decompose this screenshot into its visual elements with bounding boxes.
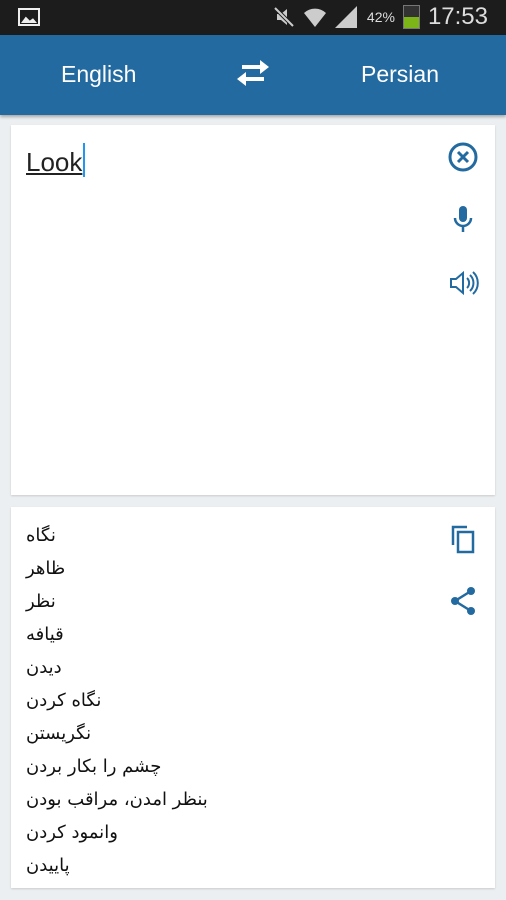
list-item: نگاه xyxy=(26,525,56,546)
gallery-notification-icon xyxy=(18,8,40,26)
translation-list: نگاه ظاهر نظر قیافه دیدن نگاه کردن نگریس… xyxy=(26,525,208,888)
speaker-icon[interactable] xyxy=(447,267,479,299)
list-item: بنظر امدن، مراقب بودن xyxy=(26,789,208,810)
source-language-button[interactable]: English xyxy=(61,61,136,88)
battery-icon xyxy=(402,5,420,29)
input-card[interactable]: Look xyxy=(11,125,495,495)
source-text-input[interactable]: Look xyxy=(26,143,86,178)
list-item: نگریستن xyxy=(26,723,92,744)
target-language-button[interactable]: Persian xyxy=(361,61,439,88)
list-item: ظاهر xyxy=(26,558,66,579)
list-item: نگاه کردن xyxy=(26,690,102,711)
battery-percent: 42% xyxy=(366,9,395,25)
source-text: Look xyxy=(26,147,83,177)
list-item: دیدن xyxy=(26,657,62,678)
list-item: وانمود کردن xyxy=(26,822,118,843)
text-cursor xyxy=(83,143,86,177)
share-icon[interactable] xyxy=(447,585,479,617)
copy-icon[interactable] xyxy=(447,523,479,555)
language-bar: English Persian xyxy=(0,35,506,115)
list-item: چشم را بکار بردن xyxy=(26,756,162,777)
clock: 17:53 xyxy=(427,3,488,30)
wifi-icon xyxy=(303,8,326,27)
list-item: پاییدن xyxy=(26,855,70,876)
status-bar: 42% 17:53 xyxy=(0,0,506,35)
microphone-icon[interactable] xyxy=(447,203,479,235)
translation-card: نگاه ظاهر نظر قیافه دیدن نگاه کردن نگریس… xyxy=(11,507,495,888)
list-item: نظر xyxy=(26,591,56,612)
clear-icon[interactable] xyxy=(447,141,479,173)
mute-icon xyxy=(273,6,295,28)
swap-arrows-icon[interactable] xyxy=(234,57,272,89)
signal-icon xyxy=(334,6,357,28)
list-item: قیافه xyxy=(26,624,64,645)
